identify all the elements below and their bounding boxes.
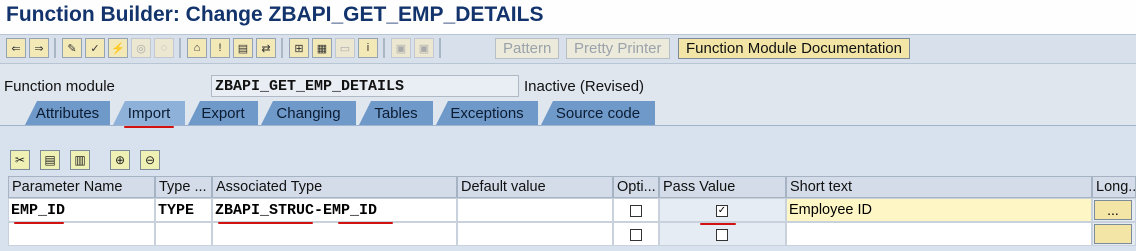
other-object-icon[interactable]: ✎ [62, 38, 82, 58]
print-icon[interactable]: ⊞ [289, 38, 309, 58]
info-icon[interactable]: i [358, 38, 378, 58]
annotation-underline [124, 126, 174, 128]
optional-checkbox[interactable] [630, 229, 642, 241]
tab-source-code[interactable]: Source code [541, 101, 655, 125]
insert-icon[interactable]: ▣ [391, 38, 411, 58]
hierarchy-icon[interactable]: ⇄ [256, 38, 276, 58]
list-icon[interactable]: ▭ [335, 38, 355, 58]
copy-icon[interactable]: ▤ [40, 150, 60, 170]
title-bar: Function Builder: Change ZBAPI_GET_EMP_D… [0, 0, 1136, 34]
pass-value-checkbox[interactable]: ✓ [716, 205, 728, 217]
col-default-value[interactable]: Default value [457, 176, 613, 198]
default-value-cell[interactable] [457, 198, 613, 222]
cut-icon[interactable]: ✂ [10, 150, 30, 170]
paste-icon[interactable]: ▥ [70, 150, 90, 170]
where-used-icon[interactable]: ◎ [131, 38, 151, 58]
col-optional[interactable]: Opti... [613, 176, 659, 198]
default-value-cell[interactable] [457, 222, 613, 246]
toolbar-separator [281, 38, 283, 58]
typing-cell[interactable]: TYPE [155, 198, 212, 222]
toolbar-separator [54, 38, 56, 58]
annotation-underline [14, 222, 64, 224]
col-associated-type[interactable]: Associated Type [212, 176, 457, 198]
tab-tables[interactable]: Tables [359, 101, 433, 125]
pretty-printer-button[interactable]: Pretty Printer [566, 38, 670, 59]
tab-import[interactable]: Import [113, 101, 185, 125]
long-text-button[interactable] [1094, 224, 1132, 244]
tab-export[interactable]: Export [188, 101, 258, 125]
window-title: Function Builder: Change ZBAPI_GET_EMP_D… [6, 3, 544, 26]
col-pass-value[interactable]: Pass Value [659, 176, 786, 198]
check-icon[interactable]: ✓ [85, 38, 105, 58]
long-text-button[interactable]: ... [1094, 200, 1132, 220]
typing-cell[interactable] [155, 222, 212, 246]
associated-type-cell[interactable] [212, 222, 457, 246]
function-module-field[interactable]: ZBAPI_GET_EMP_DETAILS [211, 75, 519, 97]
toolbar-separator [439, 38, 441, 58]
fm-documentation-button[interactable]: Function Module Documentation [678, 38, 910, 59]
col-type[interactable]: Type ... [155, 176, 212, 198]
optional-checkbox[interactable] [630, 205, 642, 217]
annotation-underline [700, 223, 736, 225]
tab-strip: Attributes Import Export Changing Tables… [0, 101, 1136, 125]
select-all-icon[interactable]: ▦ [312, 38, 332, 58]
pass-value-checkbox[interactable] [716, 229, 728, 241]
short-text-cell[interactable]: Employee ID [786, 198, 1092, 222]
replace-icon[interactable]: ▣ [414, 38, 434, 58]
application-toolbar: ⇐ ⇒ ✎ ✓ ⚡ ◎ ◌ ⌂ ! ▤ ⇄ ⊞ ▦ ▭ i ▣ ▣ Patter… [0, 34, 1136, 64]
toolbar-separator [383, 38, 385, 58]
activate-icon[interactable]: ⚡ [108, 38, 128, 58]
tab-changing[interactable]: Changing [261, 101, 356, 125]
breakpoint-icon[interactable]: ⌂ [187, 38, 207, 58]
tab-attributes[interactable]: Attributes [25, 101, 110, 125]
back-icon[interactable]: ⇐ [6, 38, 26, 58]
tab-exceptions[interactable]: Exceptions [436, 101, 538, 125]
insert-row-icon[interactable]: ⊕ [110, 150, 130, 170]
param-name-cell[interactable] [8, 222, 155, 246]
navigate-icon[interactable]: ▤ [233, 38, 253, 58]
forward-icon[interactable]: ⇒ [29, 38, 49, 58]
test-icon[interactable]: ! [210, 38, 230, 58]
col-short-text[interactable]: Short text [786, 176, 1092, 198]
col-parameter-name[interactable]: Parameter Name [8, 176, 155, 198]
param-name-cell[interactable]: EMP_ID [8, 198, 155, 222]
annotation-underline [338, 222, 393, 224]
display-object-list-icon[interactable]: ◌ [154, 38, 174, 58]
status-text: Inactive (Revised) [524, 78, 645, 95]
delete-row-icon[interactable]: ⊖ [140, 150, 160, 170]
function-module-label: Function module [4, 78, 115, 95]
toolbar-separator [179, 38, 181, 58]
annotation-underline [218, 222, 313, 224]
associated-type-cell[interactable]: ZBAPI_STRUC-EMP_ID [212, 198, 457, 222]
pattern-button[interactable]: Pattern [495, 38, 560, 59]
col-long-text[interactable]: Long... [1092, 176, 1136, 198]
short-text-cell[interactable] [786, 222, 1092, 246]
